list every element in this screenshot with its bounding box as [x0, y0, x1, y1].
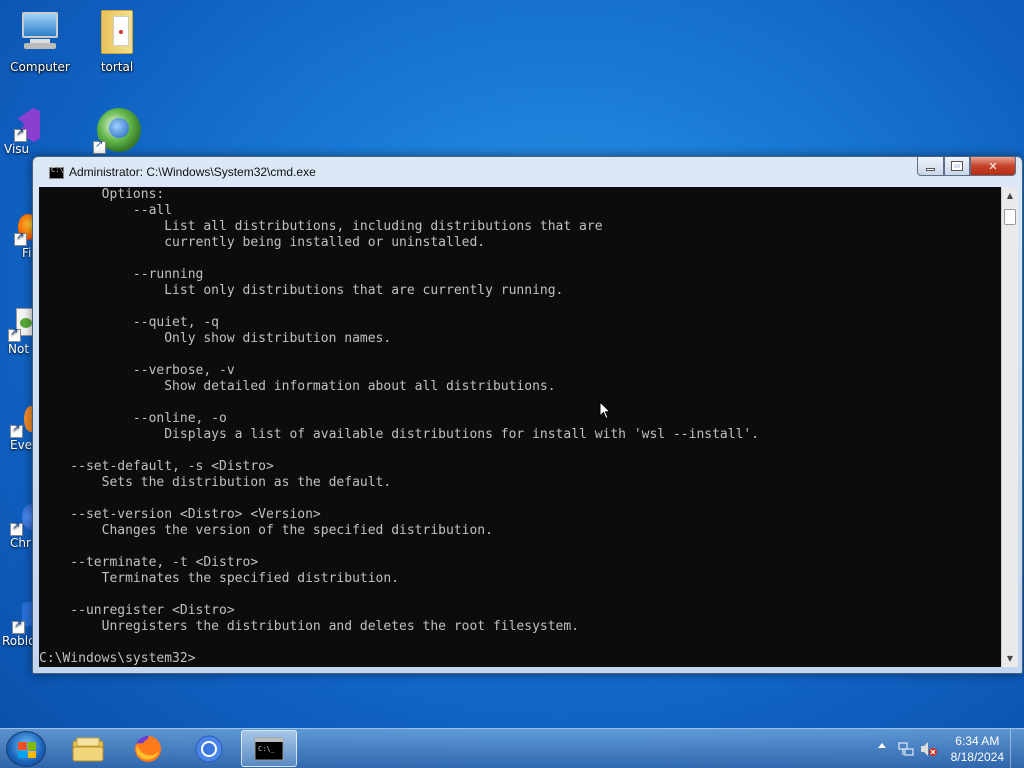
desktop-icon-label: Computer [10, 60, 70, 74]
close-button[interactable]: ✕ [970, 157, 1016, 176]
desktop-icon-computer[interactable]: Computer [0, 8, 80, 74]
console-line: --unregister <Distro> [39, 603, 235, 618]
desktop-icon-label: tortal [100, 60, 134, 74]
cmd-icon: C:\_ [254, 737, 284, 760]
console-line: List all distributions, including distri… [39, 219, 603, 234]
computer-icon [16, 8, 64, 56]
console-line: --set-version <Distro> <Version> [39, 507, 321, 522]
folder-icon [93, 8, 141, 56]
minimize-button[interactable] [917, 157, 944, 176]
visual-studio-icon [4, 108, 40, 142]
console-line: --quiet, -q [39, 315, 220, 330]
clock-time: 6:34 AM [955, 734, 1000, 748]
console-line: currently being installed or uninstalled… [39, 235, 486, 250]
svg-text:C:\_: C:\_ [258, 745, 276, 753]
console-line: --terminate, -t <Distro> [39, 555, 259, 570]
console-line: --online, -o [39, 411, 227, 426]
shortcut-arrow-icon [10, 423, 23, 438]
console-line: --running [39, 267, 204, 282]
show-desktop-button[interactable] [1010, 729, 1024, 768]
minimize-icon [926, 167, 935, 171]
volume-muted-icon[interactable] [920, 741, 938, 757]
taskbar-explorer[interactable] [60, 730, 116, 767]
globe-app-icon [93, 106, 141, 154]
cmd-icon: C:\ [49, 166, 64, 179]
taskbar-firefox[interactable] [120, 730, 176, 767]
windows-logo-icon [18, 742, 36, 758]
vertical-scrollbar[interactable]: ▲ ▼ [1001, 187, 1018, 667]
cmd-icon-text: C:\ [51, 166, 64, 174]
console-line: --set-default, -s <Distro> [39, 459, 274, 474]
shortcut-arrow-icon [93, 139, 106, 154]
console-line: Unregisters the distribution and deletes… [39, 619, 580, 634]
console-line: Only show distribution names. [39, 331, 392, 346]
console-output[interactable]: Options: --all List all distributions, i… [39, 187, 1001, 667]
taskbar: C:\_ 6:34 AM 8/18/2024 [0, 728, 1024, 768]
console-line: --all [39, 203, 173, 218]
mouse-pointer-icon [599, 401, 611, 420]
shortcut-arrow-icon [8, 327, 21, 342]
cmd-window[interactable]: C:\ Administrator: C:\Windows\System32\c… [32, 156, 1023, 674]
desktop-icon-roblox[interactable]: Roblo [2, 600, 36, 648]
scroll-up-icon[interactable]: ▲ [1002, 187, 1018, 204]
window-titlebar[interactable]: C:\ Administrator: C:\Windows\System32\c… [33, 157, 1022, 187]
console-line: Options: [39, 187, 165, 202]
console-line: Terminates the specified distribution. [39, 571, 400, 586]
shortcut-arrow-icon [12, 619, 25, 634]
console-line: Show detailed information about all dist… [39, 379, 556, 394]
chrome-icon [195, 735, 223, 762]
shortcut-arrow-icon [14, 231, 27, 246]
desktop-icon-tortal[interactable]: tortal [77, 8, 157, 74]
console-line: C:\Windows\system32> [39, 651, 196, 666]
firefox-icon [135, 735, 161, 762]
network-icon[interactable] [898, 741, 914, 757]
taskbar-chrome[interactable] [181, 730, 237, 767]
shortcut-arrow-icon [14, 127, 27, 142]
console-line: List only distributions that are current… [39, 283, 564, 298]
system-tray: 6:34 AM 8/18/2024 [874, 729, 1024, 768]
desktop-icon-label: Visu [4, 142, 30, 156]
maximize-button[interactable] [944, 157, 970, 176]
console-text: Options: --all List all distributions, i… [39, 187, 1001, 667]
window-title: Administrator: C:\Windows\System32\cmd.e… [69, 165, 316, 179]
show-hidden-icons-icon[interactable] [878, 743, 886, 748]
scrollbar-thumb[interactable] [1004, 209, 1016, 225]
window-controls: ✕ [917, 157, 1016, 176]
desktop-icon-visual-studio[interactable]: Visu [4, 108, 40, 156]
taskbar-cmd[interactable]: C:\_ [241, 730, 297, 767]
start-button[interactable] [6, 731, 46, 767]
explorer-icon [72, 737, 104, 761]
close-icon: ✕ [988, 159, 998, 173]
console-line: --verbose, -v [39, 363, 235, 378]
taskbar-clock[interactable]: 6:34 AM 8/18/2024 [951, 733, 1004, 765]
scroll-down-icon[interactable]: ▼ [1002, 650, 1018, 667]
console-line: Changes the version of the specified dis… [39, 523, 493, 538]
desktop-icon-label: Roblo [2, 634, 36, 648]
console-line: Displays a list of available distributio… [39, 427, 760, 442]
shortcut-arrow-icon [10, 521, 23, 536]
clock-date: 8/18/2024 [950, 750, 1004, 764]
desktop-icon-app[interactable] [77, 106, 157, 158]
console-line: Sets the distribution as the default. [39, 475, 392, 490]
roblox-icon [2, 600, 36, 634]
maximize-icon [951, 161, 963, 171]
